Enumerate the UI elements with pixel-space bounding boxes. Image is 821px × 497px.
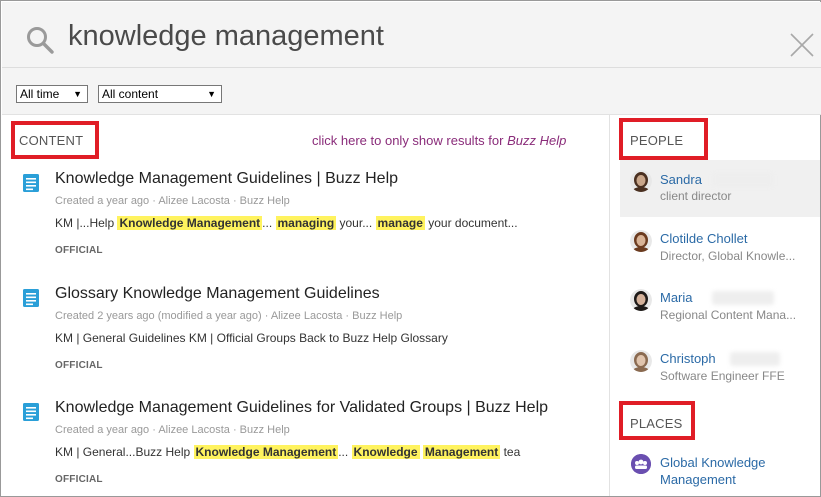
result-meta: Created a year ago · Alizee Lacosta · Bu… [55, 424, 290, 436]
filter-bar: All time ▼ All content ▼ [2, 68, 821, 115]
place-filter-link-text: click here to only show results for [312, 133, 508, 148]
search-bar [2, 2, 821, 68]
person-item[interactable]: Christoph Software Engineer FFE [620, 342, 820, 392]
snippet-text: KM |...Help [55, 216, 118, 230]
dropdown-arrow-icon: ▼ [207, 89, 216, 99]
snippet-text: ... [262, 216, 276, 230]
place-item[interactable]: Global Knowledge Management [620, 450, 820, 490]
content-filter-value: All content [102, 87, 159, 101]
redacted-surname [712, 173, 774, 187]
person-item[interactable]: Maria Regional Content Mana... [620, 281, 820, 331]
annotation-highlight-box [619, 401, 695, 440]
result-snippet: KM | General Guidelines KM | Official Gr… [55, 331, 583, 345]
snippet-text: tea [500, 445, 521, 459]
close-icon[interactable] [789, 32, 815, 58]
annotation-highlight-box [11, 121, 99, 159]
avatar [630, 230, 652, 252]
official-badge: OFFICIAL [55, 360, 103, 371]
person-role: Director, Global Knowle... [660, 249, 796, 263]
person-item[interactable]: Sandra client director [620, 160, 820, 217]
document-icon [23, 289, 39, 307]
person-name[interactable]: Maria [660, 290, 693, 305]
snippet-highlight: Knowledge Management [193, 445, 339, 459]
snippet-text: your... [336, 216, 376, 230]
snippet-text: your document... [424, 216, 518, 230]
official-badge: OFFICIAL [55, 245, 103, 256]
place-filter-link[interactable]: click here to only show results for Buzz… [312, 133, 566, 148]
annotation-highlight-box [619, 118, 708, 160]
document-icon [23, 174, 39, 192]
snippet-highlight: Knowledge Management [117, 216, 263, 230]
avatar [630, 170, 652, 192]
snippet-text: ... [338, 445, 352, 459]
result-snippet: KM |...Help Knowledge Management... mana… [55, 216, 583, 230]
official-badge: OFFICIAL [55, 474, 103, 485]
result-meta: Created 2 years ago (modified a year ago… [55, 310, 403, 322]
result-title[interactable]: Glossary Knowledge Management Guidelines [55, 285, 380, 303]
snippet-highlight: managing [275, 216, 337, 230]
document-icon [23, 403, 39, 421]
snippet-highlight: manage [375, 216, 425, 230]
person-name[interactable]: Christoph [660, 351, 716, 366]
person-role: client director [660, 189, 732, 203]
person-role: Regional Content Mana... [660, 308, 797, 322]
redacted-surname [712, 291, 774, 305]
result-title[interactable]: Knowledge Management Guidelines | Buzz H… [55, 170, 398, 188]
snippet-highlight: Management [422, 445, 501, 459]
person-name[interactable]: Sandra [660, 172, 702, 187]
snippet-text: KM | General...Buzz Help [55, 445, 194, 459]
avatar [630, 350, 652, 372]
place-name: Global Knowledge Management [660, 455, 766, 487]
time-filter-value: All time [20, 87, 60, 101]
place-filter-link-place: Buzz Help [507, 133, 567, 148]
result-meta: Created a year ago · Alizee Lacosta · Bu… [55, 195, 290, 207]
dropdown-arrow-icon: ▼ [73, 89, 82, 99]
snippet-text: KM | General Guidelines KM | Official Gr… [55, 331, 448, 345]
person-name[interactable]: Clotilde Chollet [660, 231, 747, 246]
avatar [630, 289, 652, 311]
redacted-surname [730, 352, 780, 366]
person-role: Software Engineer FFE [660, 369, 785, 383]
time-filter-select[interactable]: All time ▼ [16, 85, 88, 103]
group-icon [631, 454, 651, 474]
person-item[interactable]: Clotilde Chollet Director, Global Knowle.… [620, 222, 820, 272]
snippet-highlight: Knowledge [351, 445, 420, 459]
search-input[interactable] [68, 16, 748, 56]
result-snippet: KM | General...Buzz Help Knowledge Manag… [55, 445, 583, 459]
result-title[interactable]: Knowledge Management Guidelines for Vali… [55, 399, 548, 417]
content-filter-select[interactable]: All content ▼ [98, 85, 222, 103]
search-icon[interactable] [26, 26, 54, 54]
